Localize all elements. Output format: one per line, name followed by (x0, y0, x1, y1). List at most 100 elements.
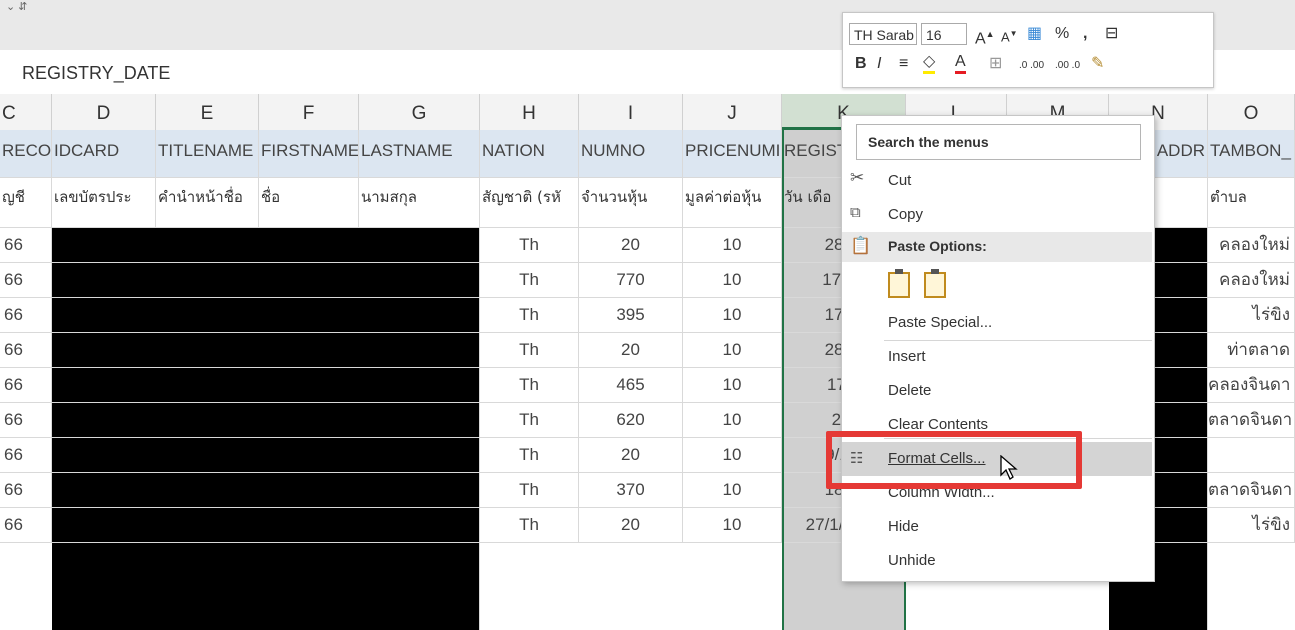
cell-c[interactable]: 66 (0, 368, 52, 402)
cell-numno[interactable]: 620 (579, 403, 683, 437)
search-menus-box[interactable]: Search the menus (856, 124, 1141, 160)
cell-nation[interactable]: Th (480, 298, 579, 332)
number-format-icon[interactable]: ▦ (1027, 23, 1042, 45)
col-header-h[interactable]: H (480, 94, 579, 130)
header-cell[interactable]: RECO (0, 130, 52, 177)
cell-nation[interactable]: Th (480, 263, 579, 297)
cell-tambon[interactable]: ตลาดจินดา (1208, 403, 1295, 437)
cell-nation[interactable]: Th (480, 473, 579, 507)
cell-tambon[interactable]: คลองใหม่ (1208, 228, 1295, 262)
cell-numno[interactable]: 370 (579, 473, 683, 507)
header-cell[interactable]: TAMBON_ (1208, 130, 1295, 177)
col-header-i[interactable]: I (579, 94, 683, 130)
cell-nation[interactable]: Th (480, 403, 579, 437)
cell-c[interactable]: 66 (0, 438, 52, 472)
bold-button[interactable]: B (855, 53, 867, 75)
merge-icon[interactable]: ⊟ (1105, 23, 1118, 45)
name-box[interactable]: REGISTRY_DATE (22, 63, 170, 84)
borders-icon[interactable]: ⊞ (989, 53, 1002, 75)
cell-price[interactable]: 10 (683, 438, 782, 472)
cell-nation[interactable]: Th (480, 333, 579, 367)
cell-c[interactable]: 66 (0, 473, 52, 507)
shrink-font-icon[interactable]: A▼ (1001, 23, 1018, 48)
cell-nation[interactable]: Th (480, 228, 579, 262)
font-color-icon[interactable]: A (955, 53, 966, 74)
font-name-box[interactable]: TH Sarab (849, 23, 917, 45)
cell-price[interactable]: 10 (683, 368, 782, 402)
cell-price[interactable]: 10 (683, 298, 782, 332)
cell-c[interactable]: 66 (0, 403, 52, 437)
desc-cell[interactable]: คำนำหน้าชื่อ (156, 178, 259, 227)
desc-cell[interactable]: นามสกุล (359, 178, 480, 227)
header-cell[interactable]: PRICENUMI (683, 130, 782, 177)
col-header-j[interactable]: J (683, 94, 782, 130)
cell-price[interactable]: 10 (683, 508, 782, 542)
cell-tambon[interactable]: ท่าตลาด (1208, 333, 1295, 367)
cell-price[interactable]: 10 (683, 263, 782, 297)
cell-numno[interactable]: 20 (579, 508, 683, 542)
italic-button[interactable]: I (877, 53, 881, 75)
font-size-box[interactable]: 16 (921, 23, 967, 45)
menu-item-paste-special[interactable]: Paste Special... (888, 314, 992, 331)
desc-cell[interactable]: จำนวนหุ้น (579, 178, 683, 227)
cell-price[interactable]: 10 (683, 473, 782, 507)
header-cell[interactable]: LASTNAME (359, 130, 480, 177)
paste-values-icon[interactable] (924, 269, 946, 298)
cell-numno[interactable]: 20 (579, 228, 683, 262)
desc-cell[interactable]: ตำบล (1208, 178, 1295, 227)
header-cell[interactable]: TITLENAME (156, 130, 259, 177)
cell-tambon[interactable]: คลองใหม่ (1208, 263, 1295, 297)
cell-numno[interactable]: 395 (579, 298, 683, 332)
cell-price[interactable]: 10 (683, 228, 782, 262)
cell-tambon[interactable]: ไร่ขิง (1208, 508, 1295, 542)
desc-cell[interactable]: เลขบัตรประ (52, 178, 156, 227)
menu-item-delete[interactable]: Delete (888, 382, 931, 399)
paste-keep-formatting-icon[interactable] (888, 269, 910, 298)
cell-price[interactable]: 10 (683, 333, 782, 367)
cell-nation[interactable]: Th (480, 508, 579, 542)
col-header-f[interactable]: F (259, 94, 359, 130)
cell-c[interactable]: 66 (0, 508, 52, 542)
header-cell[interactable]: FIRSTNAME (259, 130, 359, 177)
decrease-decimal-button[interactable]: .00 .0 (1055, 55, 1080, 77)
cell-tambon[interactable]: คลองจินดา (1208, 368, 1295, 402)
menu-item-cut[interactable]: Cut (888, 172, 911, 189)
desc-cell[interactable]: มูลค่าต่อหุ้น (683, 178, 782, 227)
cell-numno[interactable]: 465 (579, 368, 683, 402)
cell-numno[interactable]: 20 (579, 438, 683, 472)
cell-tambon[interactable]: ไร่ขิง (1208, 298, 1295, 332)
col-header-g[interactable]: G (359, 94, 480, 130)
header-cell[interactable]: NUMNO (579, 130, 683, 177)
header-cell[interactable]: NATION (480, 130, 579, 177)
cell-price[interactable]: 10 (683, 403, 782, 437)
fill-color-icon[interactable]: ◇ (923, 53, 936, 74)
increase-decimal-button[interactable]: .0 .00 (1019, 55, 1044, 77)
cell-numno[interactable]: 20 (579, 333, 683, 367)
desc-cell[interactable]: ชื่อ (259, 178, 359, 227)
cell-numno[interactable]: 770 (579, 263, 683, 297)
menu-item-hide[interactable]: Hide (888, 518, 919, 535)
cell-tambon[interactable]: ตลาดจินดา (1208, 473, 1295, 507)
cell-nation[interactable]: Th (480, 438, 579, 472)
menu-item-insert[interactable]: Insert (888, 348, 926, 365)
qat-customize-icon[interactable]: ⌄ ⇵ (6, 0, 28, 13)
cell-nation[interactable]: Th (480, 368, 579, 402)
cell-tambon[interactable] (1208, 438, 1295, 472)
cell-c[interactable]: 66 (0, 333, 52, 367)
grow-font-icon[interactable]: A▲ (975, 23, 995, 50)
col-header-c[interactable]: C (0, 94, 52, 130)
format-painter-icon[interactable]: ✎ (1091, 53, 1104, 75)
desc-cell[interactable]: สัญชาติ (รหั (480, 178, 579, 227)
col-header-o[interactable]: O (1208, 94, 1295, 130)
col-header-e[interactable]: E (156, 94, 259, 130)
cell-c[interactable]: 66 (0, 298, 52, 332)
cell-c[interactable]: 66 (0, 228, 52, 262)
comma-style-button[interactable]: , (1083, 23, 1087, 45)
col-header-d[interactable]: D (52, 94, 156, 130)
menu-item-unhide[interactable]: Unhide (888, 552, 936, 569)
cell-c[interactable]: 66 (0, 263, 52, 297)
desc-cell[interactable]: ญชี (0, 178, 52, 227)
menu-item-copy[interactable]: Copy (888, 206, 923, 223)
align-center-icon[interactable]: ≡ (899, 53, 908, 75)
percent-style-button[interactable]: % (1055, 23, 1069, 45)
